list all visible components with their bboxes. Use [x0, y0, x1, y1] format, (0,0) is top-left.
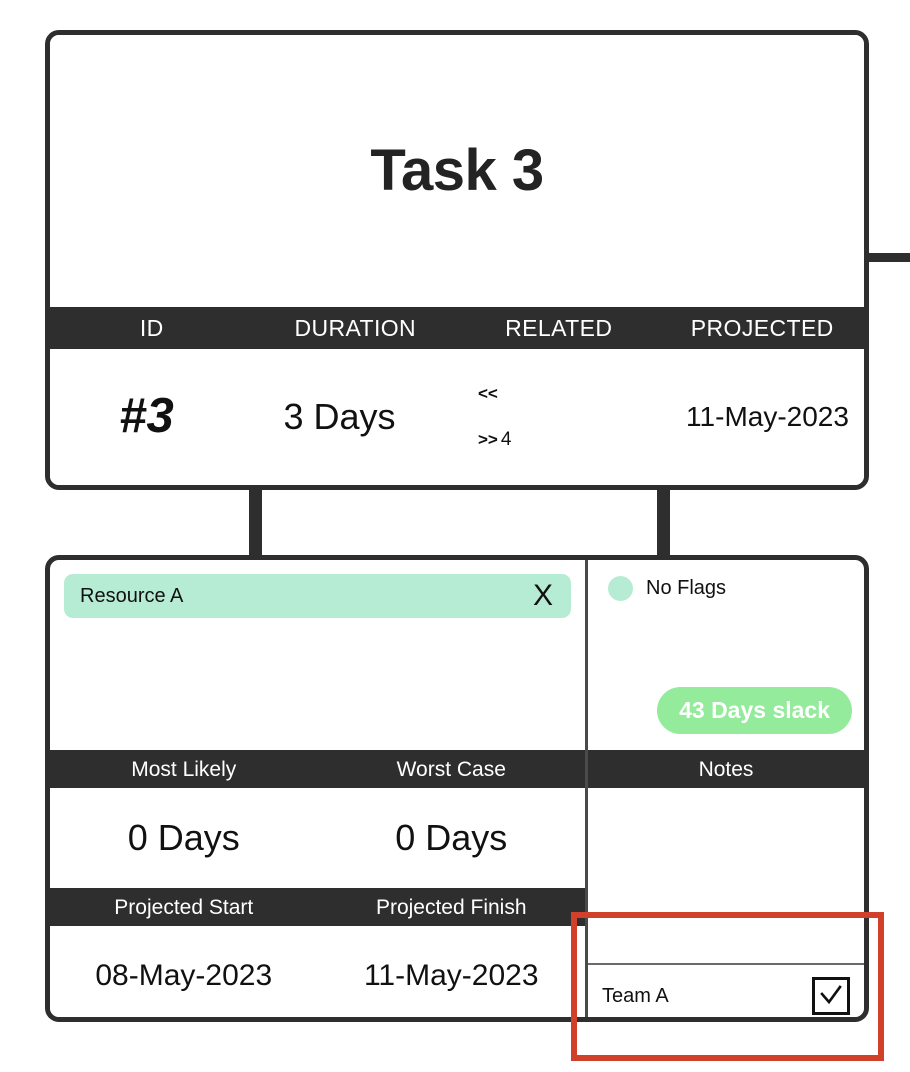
resources-panel: Resource A X	[50, 560, 588, 750]
connector-right-vertical	[657, 486, 670, 560]
resource-name-label: Resource A	[80, 584, 184, 607]
column-header-projected-finish: Projected Finish	[375, 895, 527, 919]
slack-label: 43 Days slack	[679, 697, 830, 723]
task-id-value: #3	[119, 389, 174, 444]
notes-header: Notes	[588, 750, 864, 788]
schedule-value-row: 08-May-2023 11-May-2023	[50, 926, 585, 1017]
checkbox-checked-icon[interactable]	[812, 977, 850, 1015]
column-header-projected-start: Projected Start	[114, 895, 254, 919]
slack-badge: 43 Days slack	[657, 687, 852, 734]
predecessors-indicator[interactable]: <<	[478, 384, 501, 404]
notes-body: Team A	[588, 788, 864, 1017]
task-duration-value: 3 Days	[283, 396, 396, 438]
task-related-cell[interactable]: << >> 4	[436, 384, 671, 450]
predecessor-arrow-icon: <<	[478, 384, 498, 404]
task-card[interactable]: Task 3 ID DURATION RELATED PROJECTED #3 …	[45, 30, 869, 490]
detail-top-section: Resource A X No Flags 43 Days slack	[50, 560, 864, 750]
schedule-header-row: Projected Start Projected Finish	[50, 888, 585, 926]
note-label: Team A	[602, 984, 669, 1007]
column-header-worst-case: Worst Case	[396, 757, 506, 781]
close-icon[interactable]: X	[533, 581, 553, 611]
flags-status[interactable]: No Flags	[600, 576, 852, 601]
estimates-header-row: Most Likely Worst Case	[50, 750, 585, 788]
most-likely-value: 0 Days	[127, 817, 240, 858]
task-projected-date-value: 11-May-2023	[686, 401, 849, 433]
estimates-value-row: 0 Days 0 Days	[50, 788, 585, 888]
projected-start-value: 08-May-2023	[95, 959, 273, 992]
projected-finish-value: 11-May-2023	[363, 959, 539, 992]
flag-dot-icon	[608, 576, 633, 601]
column-header-most-likely: Most Likely	[131, 757, 237, 781]
column-header-id: ID	[139, 314, 164, 341]
successors-indicator[interactable]: >> 4	[478, 430, 511, 450]
estimates-and-schedule: Most Likely Worst Case 0 Days 0 Days Pro…	[50, 750, 588, 1017]
task-table-row: #3 3 Days << >> 4 11-May-2023	[50, 349, 864, 485]
diagram-canvas: Task 3 ID DURATION RELATED PROJECTED #3 …	[0, 0, 910, 1072]
resource-chip[interactable]: Resource A X	[64, 574, 571, 618]
column-header-projected: PROJECTED	[690, 314, 834, 341]
page-title: Task 3	[370, 138, 544, 203]
notes-header-label: Notes	[698, 757, 754, 781]
successor-arrow-icon: >>	[478, 430, 498, 449]
successors-count: 4	[500, 429, 512, 450]
column-header-duration: DURATION	[294, 314, 417, 341]
column-header-related: RELATED	[505, 314, 613, 341]
connector-left-vertical	[249, 486, 262, 560]
worst-case-value: 0 Days	[395, 817, 508, 858]
task-title-area: Task 3	[50, 35, 864, 307]
status-panel: No Flags 43 Days slack	[588, 560, 864, 750]
detail-grid: Most Likely Worst Case 0 Days 0 Days Pro…	[50, 750, 864, 1017]
list-item[interactable]: Team A	[588, 965, 864, 1017]
task-table-header: ID DURATION RELATED PROJECTED	[50, 307, 864, 349]
task-detail-card[interactable]: Resource A X No Flags 43 Days slack Most…	[45, 555, 869, 1022]
notes-panel: Notes Team A	[588, 750, 864, 1017]
flags-label: No Flags	[646, 577, 727, 599]
